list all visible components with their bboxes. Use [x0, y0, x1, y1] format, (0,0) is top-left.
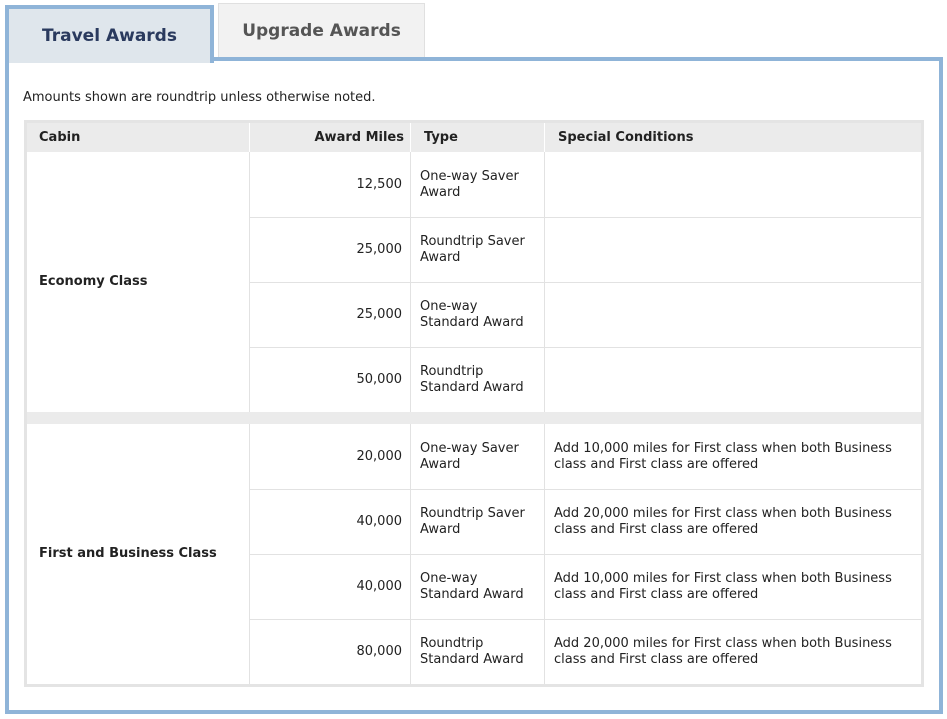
award-tabs: Travel Awards Upgrade Awards	[0, 0, 947, 63]
travel-awards-panel: Amounts shown are roundtrip unless other…	[5, 57, 943, 714]
table-row-miles: 40,000	[356, 578, 403, 594]
table-row-miles: 25,000	[356, 306, 403, 322]
table-row-conditions: Add 20,000 miles for First class when bo…	[554, 635, 892, 667]
table-row-miles: 12,500	[356, 176, 403, 192]
table-row-conditions	[545, 347, 921, 412]
table-row-type: One-way Standard Award	[420, 570, 524, 602]
table-row-miles: 25,000	[356, 241, 403, 257]
tab-upgrade-awards[interactable]: Upgrade Awards	[218, 3, 425, 57]
header-cabin: Cabin	[27, 123, 249, 152]
table-row-type: Roundtrip Saver Award	[420, 505, 525, 537]
table-row-conditions: Add 10,000 miles for First class when bo…	[554, 570, 892, 602]
table-row-type: One-way Saver Award	[420, 440, 519, 472]
header-special-conditions: Special Conditions	[545, 123, 921, 152]
cabin-economy: Economy Class	[39, 274, 148, 289]
table-row-type: One-way Standard Award	[420, 298, 524, 330]
table-row-conditions	[545, 217, 921, 282]
table-row-miles: 20,000	[356, 448, 403, 464]
table-row-conditions	[545, 152, 921, 217]
table-row-type: Roundtrip Saver Award	[420, 233, 525, 265]
roundtrip-note: Amounts shown are roundtrip unless other…	[23, 90, 376, 105]
table-row-type: One-way Saver Award	[420, 168, 519, 200]
table-row-miles: 80,000	[356, 643, 403, 659]
table-row-conditions	[545, 282, 921, 347]
group-separator	[27, 412, 921, 424]
tab-travel-awards[interactable]: Travel Awards	[5, 5, 214, 63]
header-type: Type	[411, 123, 544, 152]
table-row-conditions: Add 20,000 miles for First class when bo…	[554, 505, 892, 537]
cabin-first-business: First and Business Class	[39, 546, 217, 561]
table-row-type: Roundtrip Standard Award	[420, 635, 524, 667]
header-award-miles: Award Miles	[250, 123, 410, 152]
table-row-miles: 50,000	[356, 371, 403, 387]
award-chart-table: Cabin Award Miles Type Special Condition…	[24, 120, 924, 687]
table-row-miles: 40,000	[356, 513, 403, 529]
table-row-conditions: Add 10,000 miles for First class when bo…	[554, 440, 892, 472]
table-row-type: Roundtrip Standard Award	[420, 363, 524, 395]
